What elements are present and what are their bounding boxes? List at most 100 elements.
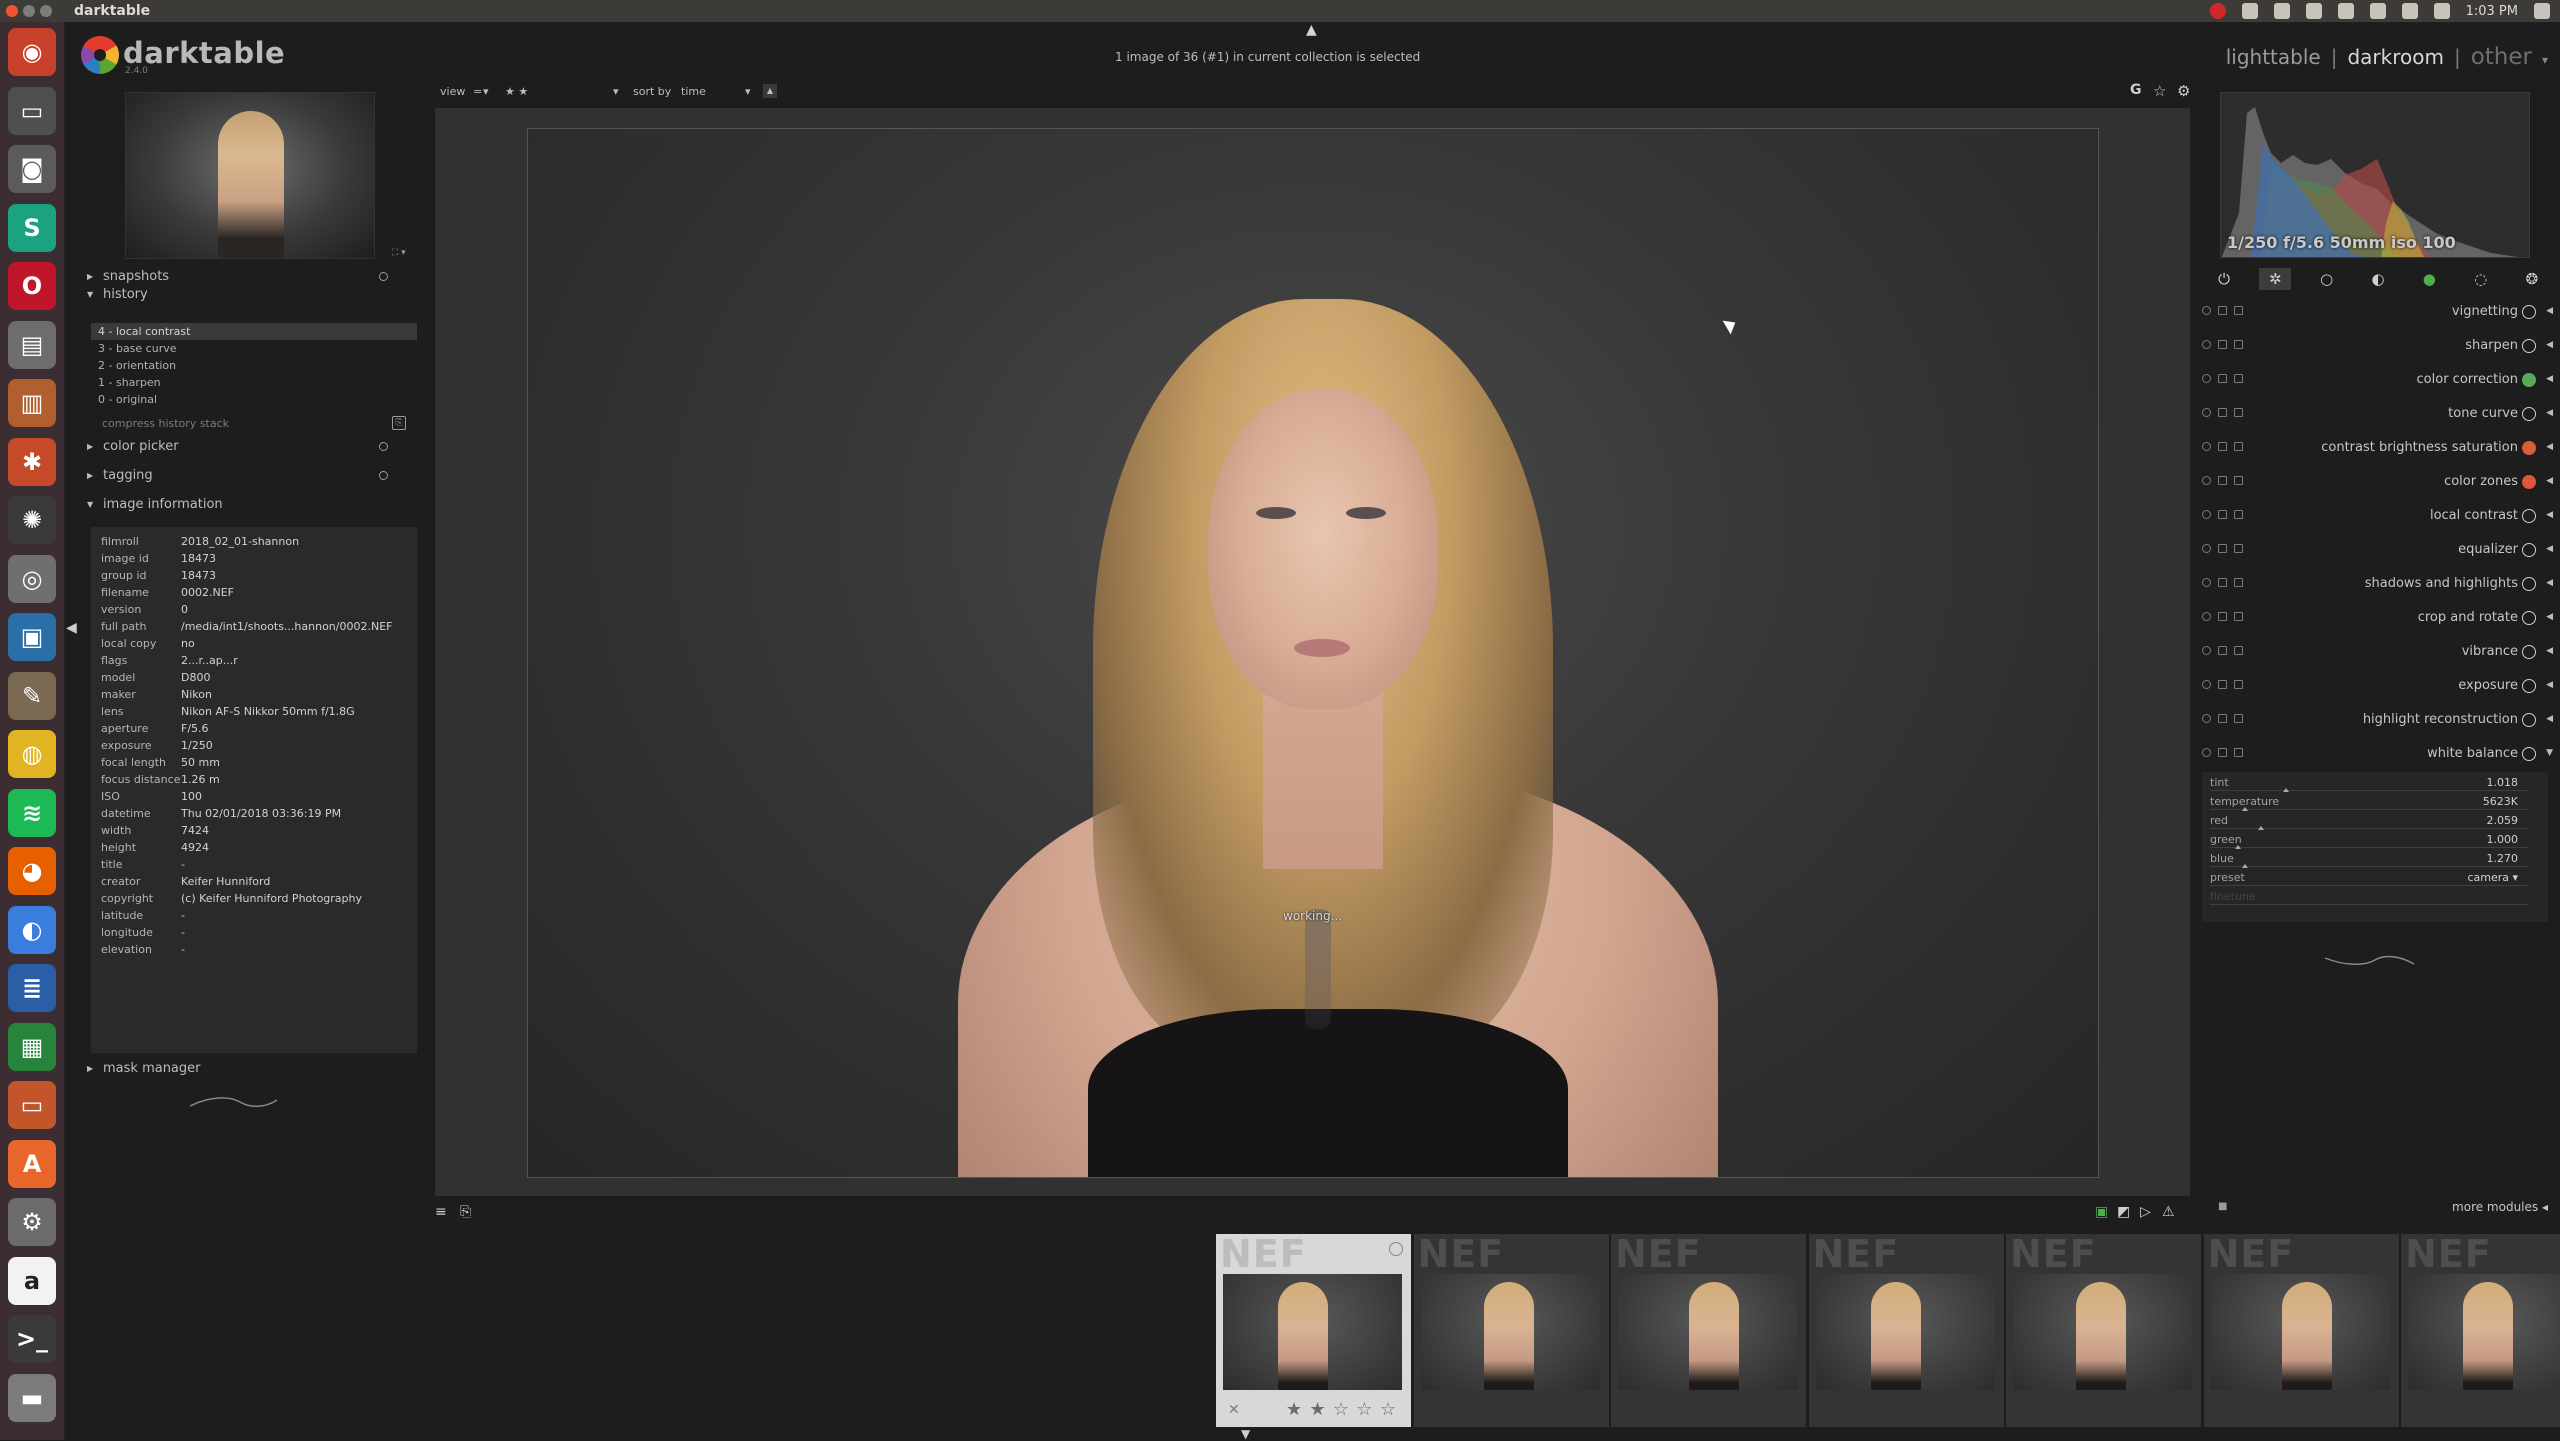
history-item[interactable]: 2 - orientation bbox=[91, 357, 417, 374]
reset-icon[interactable] bbox=[2234, 680, 2243, 689]
reject-icon[interactable]: ✕ bbox=[1228, 1402, 1240, 1418]
presets-icon[interactable] bbox=[2218, 442, 2227, 451]
color-group-icon[interactable]: ● bbox=[2413, 268, 2445, 290]
main-image[interactable]: working... bbox=[527, 128, 2099, 1178]
module-tone-curve[interactable]: tone curve ◀ bbox=[2190, 397, 2560, 431]
maximize-window-button[interactable] bbox=[40, 5, 52, 17]
chrome-icon[interactable]: ◐ bbox=[8, 905, 56, 954]
s-app-icon[interactable]: S bbox=[8, 203, 56, 252]
settings-icon[interactable]: ⚙ bbox=[8, 1198, 56, 1246]
opera-tray-icon[interactable] bbox=[2209, 3, 2226, 19]
power-icon[interactable] bbox=[2202, 612, 2211, 621]
reset-icon[interactable] bbox=[2234, 476, 2243, 485]
star-icon[interactable]: ★ bbox=[1286, 1399, 1302, 1420]
wb-slider-red[interactable]: red 2.059 bbox=[2202, 812, 2548, 831]
color-picker-reset-icon[interactable] bbox=[379, 442, 388, 451]
collapsed-arrow-icon[interactable]: ◀ bbox=[2546, 544, 2553, 554]
presets-icon[interactable] bbox=[2218, 612, 2227, 621]
module-name[interactable]: vibrance bbox=[2462, 644, 2518, 659]
presets-icon[interactable] bbox=[2218, 476, 2227, 485]
module-name[interactable]: crop and rotate bbox=[2418, 610, 2518, 625]
module-name[interactable]: shadows and highlights bbox=[2365, 576, 2518, 591]
collapsed-arrow-icon[interactable]: ◀ bbox=[2546, 442, 2553, 452]
more-modules-button[interactable]: more modules ◂ bbox=[2452, 1200, 2548, 1214]
slider-marker-icon[interactable] bbox=[2241, 864, 2248, 868]
power-icon[interactable] bbox=[2202, 476, 2211, 485]
presets-icon[interactable] bbox=[2218, 374, 2227, 383]
bolts-icon[interactable]: ✱ bbox=[8, 437, 56, 486]
image-information-section[interactable]: ▼ image information bbox=[87, 496, 223, 512]
module-name[interactable]: white balance bbox=[2427, 746, 2518, 761]
history-section[interactable]: ▼ history bbox=[87, 286, 148, 302]
power-icon[interactable] bbox=[2202, 748, 2211, 757]
collapsed-arrow-icon[interactable]: ◀ bbox=[2546, 340, 2553, 350]
wb-slider-tint[interactable]: tint 1.018 bbox=[2202, 774, 2548, 793]
collapsed-arrow-icon[interactable]: ◀ bbox=[2546, 374, 2553, 384]
filmstrip-thumbnail[interactable]: NEF bbox=[1413, 1234, 1609, 1427]
reset-icon[interactable] bbox=[2234, 340, 2243, 349]
collapsed-arrow-icon[interactable]: ◀ bbox=[2546, 408, 2553, 418]
filmstrip-toggle-icon[interactable]: ▼ bbox=[1241, 1427, 1250, 1441]
collapsed-arrow-icon[interactable]: ◀ bbox=[2546, 680, 2553, 690]
color-picker-section[interactable]: ▶ color picker bbox=[87, 438, 179, 454]
wifi-icon[interactable] bbox=[2369, 3, 2386, 19]
gimp-icon[interactable]: ✎ bbox=[8, 671, 56, 720]
power-icon[interactable] bbox=[2202, 544, 2211, 553]
module-color-correction[interactable]: color correction ◀ bbox=[2190, 363, 2560, 397]
module-white-balance[interactable]: white balance ▼ bbox=[2190, 737, 2560, 771]
preferences-gear-icon[interactable]: ⚙ bbox=[2177, 82, 2190, 100]
reset-icon[interactable] bbox=[2234, 408, 2243, 417]
correct-group-icon[interactable]: ◌ bbox=[2465, 268, 2497, 290]
module-vibrance[interactable]: vibrance ◀ bbox=[2190, 635, 2560, 669]
power-icon[interactable] bbox=[2202, 714, 2211, 723]
module-name[interactable]: exposure bbox=[2458, 678, 2518, 693]
reset-icon[interactable] bbox=[2234, 578, 2243, 587]
software-center-icon[interactable]: A bbox=[8, 1139, 56, 1188]
presets-icon[interactable] bbox=[2218, 408, 2227, 417]
collapsed-arrow-icon[interactable]: ◀ bbox=[2546, 714, 2553, 724]
star-icon[interactable]: ☆ bbox=[1333, 1399, 1349, 1420]
reset-icon[interactable] bbox=[2234, 374, 2243, 383]
view-darkroom[interactable]: darkroom bbox=[2347, 45, 2444, 69]
rating-filter[interactable]: ★ ★ bbox=[505, 85, 528, 98]
zoom-selector-icon[interactable]: ⛶ ▾ bbox=[392, 248, 406, 258]
gamut-check-icon[interactable]: ⚠ bbox=[2162, 1204, 2175, 1220]
sort-direction-button[interactable]: ▲ bbox=[763, 84, 777, 98]
expanded-arrow-icon[interactable]: ▼ bbox=[2546, 748, 2553, 758]
module-contrast-brightness-saturation[interactable]: contrast brightness saturation ◀ bbox=[2190, 431, 2560, 465]
wb-slider-temperature[interactable]: temperature 5623K bbox=[2202, 793, 2548, 812]
module-name[interactable]: local contrast bbox=[2430, 508, 2518, 523]
impress-icon[interactable]: ▭ bbox=[8, 1081, 56, 1129]
star-icon[interactable]: ☆ bbox=[1356, 1399, 1372, 1420]
slider-track[interactable] bbox=[2210, 847, 2528, 848]
module-local-contrast[interactable]: local contrast ◀ bbox=[2190, 499, 2560, 533]
power-icon[interactable]: ⏻ bbox=[2208, 268, 2240, 290]
reset-icon[interactable] bbox=[2234, 442, 2243, 451]
star-icon[interactable]: ☆ bbox=[2153, 82, 2166, 100]
writer-icon[interactable]: ≣ bbox=[8, 964, 56, 1012]
wb-slider-finetune[interactable]: finetune bbox=[2202, 888, 2548, 907]
collapsed-arrow-icon[interactable]: ◀ bbox=[2546, 578, 2553, 588]
network-share-tray-icon[interactable] bbox=[2337, 3, 2354, 19]
power-icon[interactable] bbox=[2202, 374, 2211, 383]
create-style-icon[interactable]: ⎘ bbox=[392, 416, 406, 430]
notification-tray-icon[interactable] bbox=[2241, 3, 2258, 19]
module-name[interactable]: highlight reconstruction bbox=[2363, 712, 2518, 727]
raw-overexposed-icon[interactable]: ▷ bbox=[2140, 1204, 2151, 1220]
module-exposure[interactable]: exposure ◀ bbox=[2190, 669, 2560, 703]
opera-icon[interactable]: O bbox=[8, 262, 56, 310]
collapsed-arrow-icon[interactable]: ◀ bbox=[2546, 510, 2553, 520]
close-window-button[interactable] bbox=[6, 5, 18, 17]
module-sharpen[interactable]: sharpen ◀ bbox=[2190, 329, 2560, 363]
history-item[interactable]: 1 - sharpen bbox=[91, 374, 417, 391]
module-name[interactable]: sharpen bbox=[2465, 338, 2518, 353]
module-vignetting[interactable]: vignetting ◀ bbox=[2190, 295, 2560, 329]
power-icon[interactable] bbox=[2202, 510, 2211, 519]
keyboard-layout-icon[interactable] bbox=[2401, 3, 2418, 19]
module-name[interactable]: color zones bbox=[2444, 474, 2518, 489]
power-icon[interactable] bbox=[2202, 578, 2211, 587]
filmstrip-thumbnail[interactable]: NEF bbox=[2401, 1234, 2560, 1427]
firefox-icon[interactable]: ◕ bbox=[8, 847, 56, 895]
top-panel-toggle-icon[interactable]: ▲ bbox=[1306, 22, 1317, 38]
presets-icon[interactable] bbox=[2218, 340, 2227, 349]
